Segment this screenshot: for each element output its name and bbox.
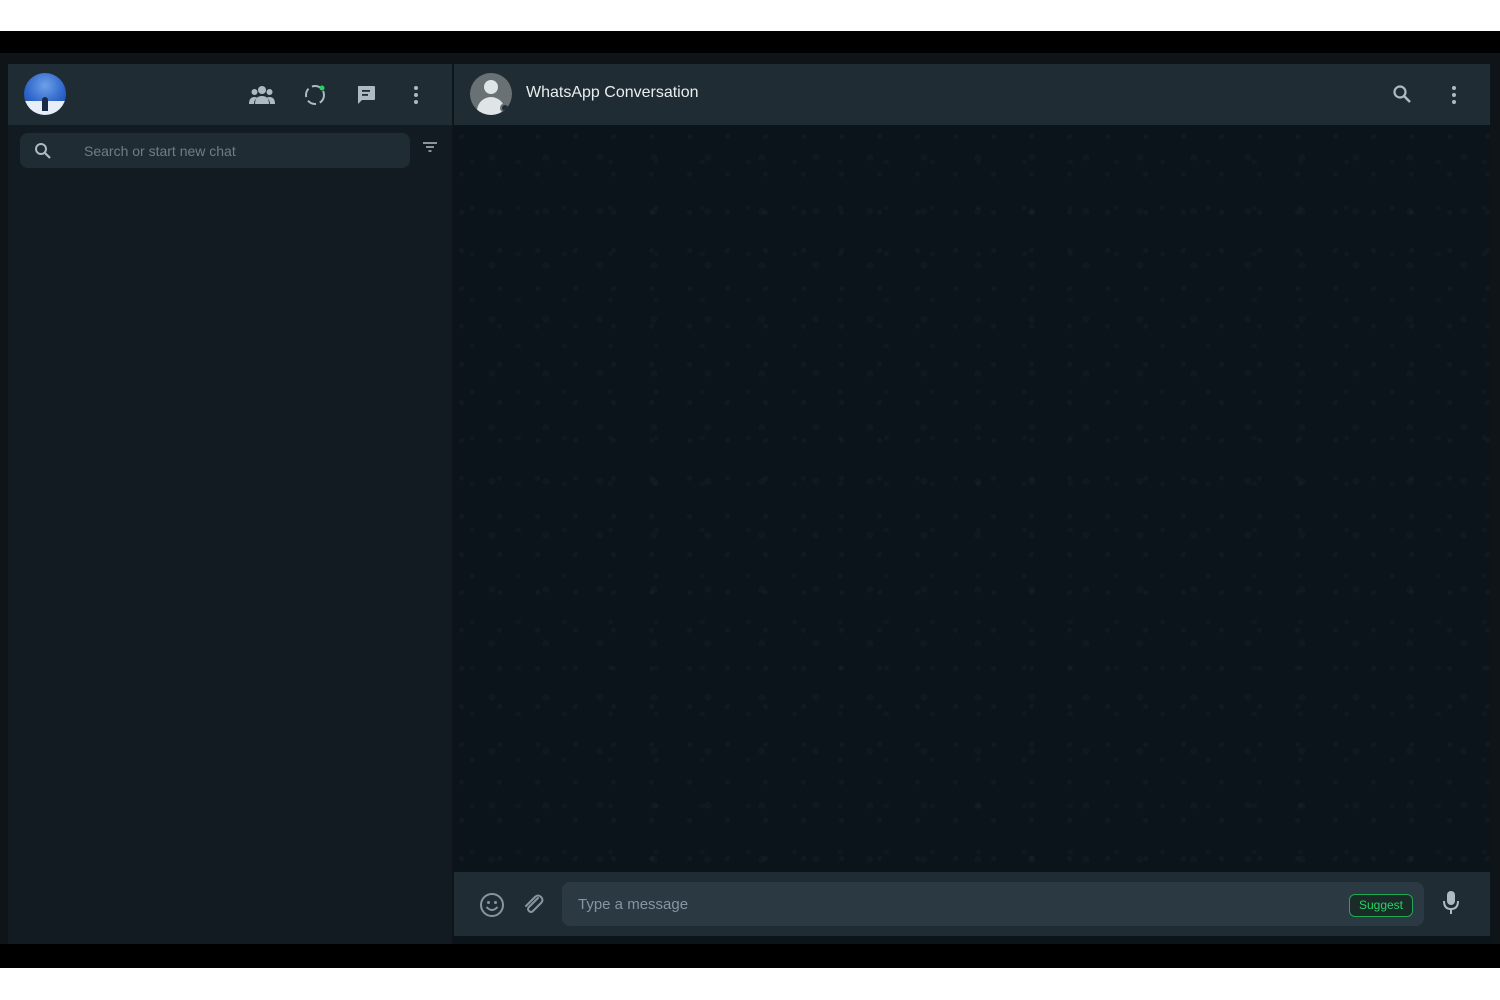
search-icon [34, 142, 52, 160]
conversation-area [454, 125, 1490, 872]
whatsapp-web-app: WhatsApp Conversation [0, 53, 1500, 944]
bottom-margin [0, 968, 1500, 1000]
avatar-image-part [42, 97, 48, 111]
search-box[interactable] [20, 133, 410, 168]
contact-name[interactable]: WhatsApp Conversation [526, 84, 699, 102]
chat-header[interactable]: WhatsApp Conversation [454, 64, 1490, 125]
sidebar-header [8, 64, 452, 125]
profile-avatar[interactable] [24, 73, 66, 115]
contact-avatar[interactable] [470, 73, 512, 115]
message-composer: Suggest [454, 872, 1490, 936]
search-icon[interactable] [1392, 84, 1412, 104]
message-box[interactable]: Suggest [562, 882, 1424, 926]
attach-icon[interactable] [521, 892, 545, 916]
suggest-button[interactable]: Suggest [1349, 894, 1413, 917]
status-icon[interactable] [302, 82, 328, 108]
search-input[interactable] [84, 133, 404, 168]
new-chat-icon[interactable] [353, 82, 379, 108]
sidebar [8, 64, 452, 944]
chat-panel: WhatsApp Conversation Type a message Sug… [454, 64, 1490, 944]
message-input[interactable] [578, 882, 1318, 926]
avatar-image-part [484, 80, 498, 94]
filter-icon[interactable] [422, 140, 438, 154]
screen-frame: WhatsApp Conversation [0, 31, 1500, 968]
menu-icon[interactable] [1451, 85, 1457, 105]
microphone-icon[interactable] [1442, 890, 1460, 916]
communities-icon[interactable] [249, 82, 275, 108]
menu-icon[interactable] [403, 82, 429, 108]
top-margin [0, 0, 1500, 31]
search-row [8, 125, 452, 177]
emoji-icon[interactable] [479, 892, 505, 918]
avatar-badge [500, 103, 510, 113]
